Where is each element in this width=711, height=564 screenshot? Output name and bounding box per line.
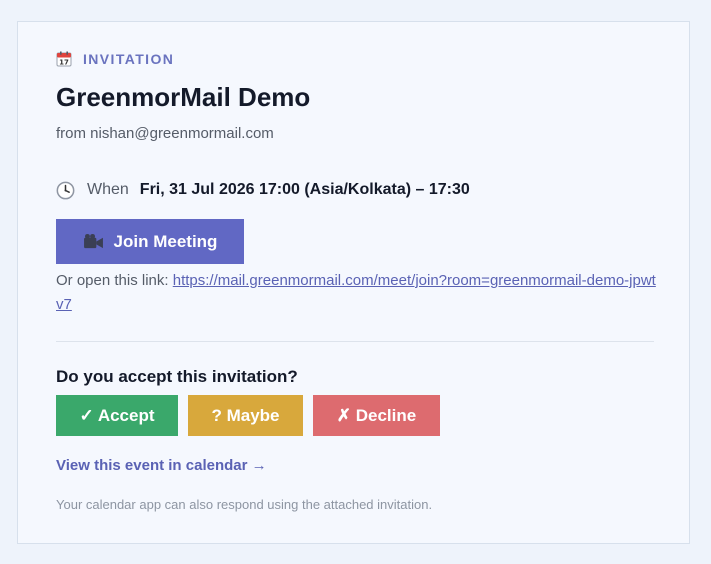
calendar-icon: 17 (56, 51, 72, 67)
maybe-button[interactable]: ? Maybe (188, 395, 303, 436)
link-prefix: Or open this link: (56, 272, 169, 289)
event-time: Fri, 31 Jul 2026 17:00 (Asia/Kolkata) – … (139, 181, 470, 198)
clock-icon (56, 181, 75, 200)
footnote: Your calendar app can also respond using… (56, 497, 433, 512)
decline-button[interactable]: ✗ Decline (313, 395, 440, 436)
event-title: GreenmorMail Demo (56, 82, 311, 112)
view-calendar-link[interactable]: View this event in calendar → (56, 456, 267, 476)
accept-button[interactable]: ✓ Accept (56, 395, 178, 436)
when-row: When Fri, 31 Jul 2026 17:00 (Asia/Kolkat… (56, 178, 470, 202)
divider (56, 341, 654, 342)
organizer-line: from nishan@greenmormail.com (56, 125, 274, 142)
invitation-label: INVITATION (83, 51, 175, 67)
video-camera-icon (83, 233, 104, 250)
svg-text:17: 17 (59, 59, 69, 67)
invitation-eyebrow: 17 INVITATION (56, 49, 174, 69)
rsvp-question: Do you accept this invitation? (56, 367, 298, 386)
when-label: When (87, 181, 129, 198)
meeting-link-text: Or open this link: https://mail.greenmor… (56, 269, 656, 317)
join-meeting-button[interactable]: Join Meeting (56, 219, 244, 264)
invitation-card: 17 INVITATION GreenmorMail Demo from nis… (17, 21, 690, 544)
join-meeting-label: Join Meeting (113, 231, 218, 251)
